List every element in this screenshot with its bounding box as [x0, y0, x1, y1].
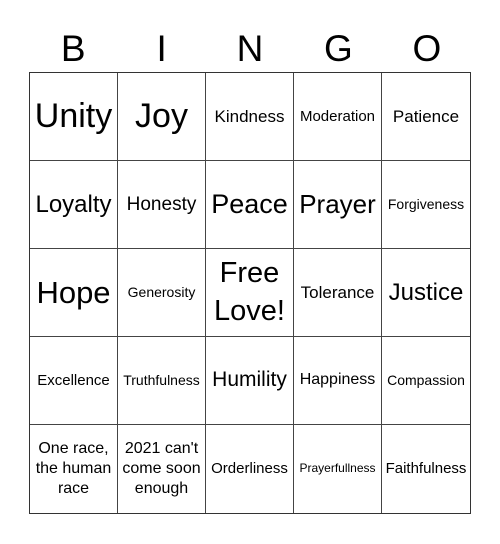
bingo-cell[interactable]: Prayer	[294, 161, 382, 249]
bingo-cell[interactable]: Hope	[30, 249, 118, 337]
bingo-cell[interactable]: Peace	[206, 161, 294, 249]
header-letter-n: N	[236, 28, 264, 69]
header-letter-o: O	[412, 28, 442, 69]
bingo-cell[interactable]: Tolerance	[294, 249, 382, 337]
header-letter-b: B	[60, 28, 86, 69]
header-letter-g: G	[324, 28, 353, 69]
bingo-cell[interactable]: Loyalty	[30, 161, 118, 249]
bingo-cell[interactable]: Honesty	[118, 161, 206, 249]
bingo-cell[interactable]: Forgiveness	[382, 161, 470, 249]
bingo-cell[interactable]: Humility	[206, 337, 294, 425]
bingo-cell[interactable]: Prayerfullness	[294, 425, 382, 513]
bingo-cell[interactable]: Patience	[382, 73, 470, 161]
bingo-cell[interactable]: Excellence	[30, 337, 118, 425]
bingo-cell[interactable]: Unity	[30, 73, 118, 161]
bingo-header: B I N G O	[29, 26, 471, 72]
bingo-cell[interactable]: Justice	[382, 249, 470, 337]
header-letter-i: I	[156, 28, 167, 69]
bingo-cell[interactable]: 2021 can't come soon enough	[118, 425, 206, 513]
bingo-cell[interactable]: One race, the human race	[30, 425, 118, 513]
bingo-cell[interactable]: Generosity	[118, 249, 206, 337]
bingo-cell[interactable]: Moderation	[294, 73, 382, 161]
bingo-cell[interactable]: Kindness	[206, 73, 294, 161]
free-space-cell[interactable]: Free Love!	[206, 249, 294, 337]
bingo-cell[interactable]: Compassion	[382, 337, 470, 425]
bingo-cell[interactable]: Joy	[118, 73, 206, 161]
bingo-grid: Unity Joy Kindness Moderation Patience L…	[29, 72, 471, 514]
bingo-cell[interactable]: Orderliness	[206, 425, 294, 513]
bingo-cell[interactable]: Truthfulness	[118, 337, 206, 425]
bingo-cell[interactable]: Faithfulness	[382, 425, 470, 513]
bingo-cell[interactable]: Happiness	[294, 337, 382, 425]
